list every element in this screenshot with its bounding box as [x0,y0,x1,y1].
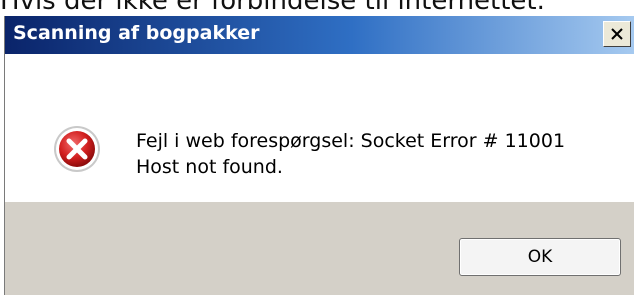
dialog-content: Fejl i web forespørgsel: Socket Error # … [5,54,634,202]
error-message: Fejl i web forespørgsel: Socket Error # … [136,128,565,180]
background-document-text: Hvis der ikke er forbindelse til interne… [0,0,545,16]
ok-button[interactable]: OK [459,238,621,276]
dialog-title: Scanning af bogpakker [13,22,260,44]
dialog-titlebar[interactable]: Scanning af bogpakker [5,16,634,54]
dialog-footer: OK [5,202,634,295]
error-icon [54,126,100,172]
error-dialog: Scanning af bogpakker Fejl i web forespø… [4,16,634,295]
close-icon [611,28,623,40]
error-message-line1: Fejl i web forespørgsel: Socket Error # … [136,130,566,152]
error-message-line2: Host not found. [136,156,283,178]
close-button[interactable] [603,21,631,47]
